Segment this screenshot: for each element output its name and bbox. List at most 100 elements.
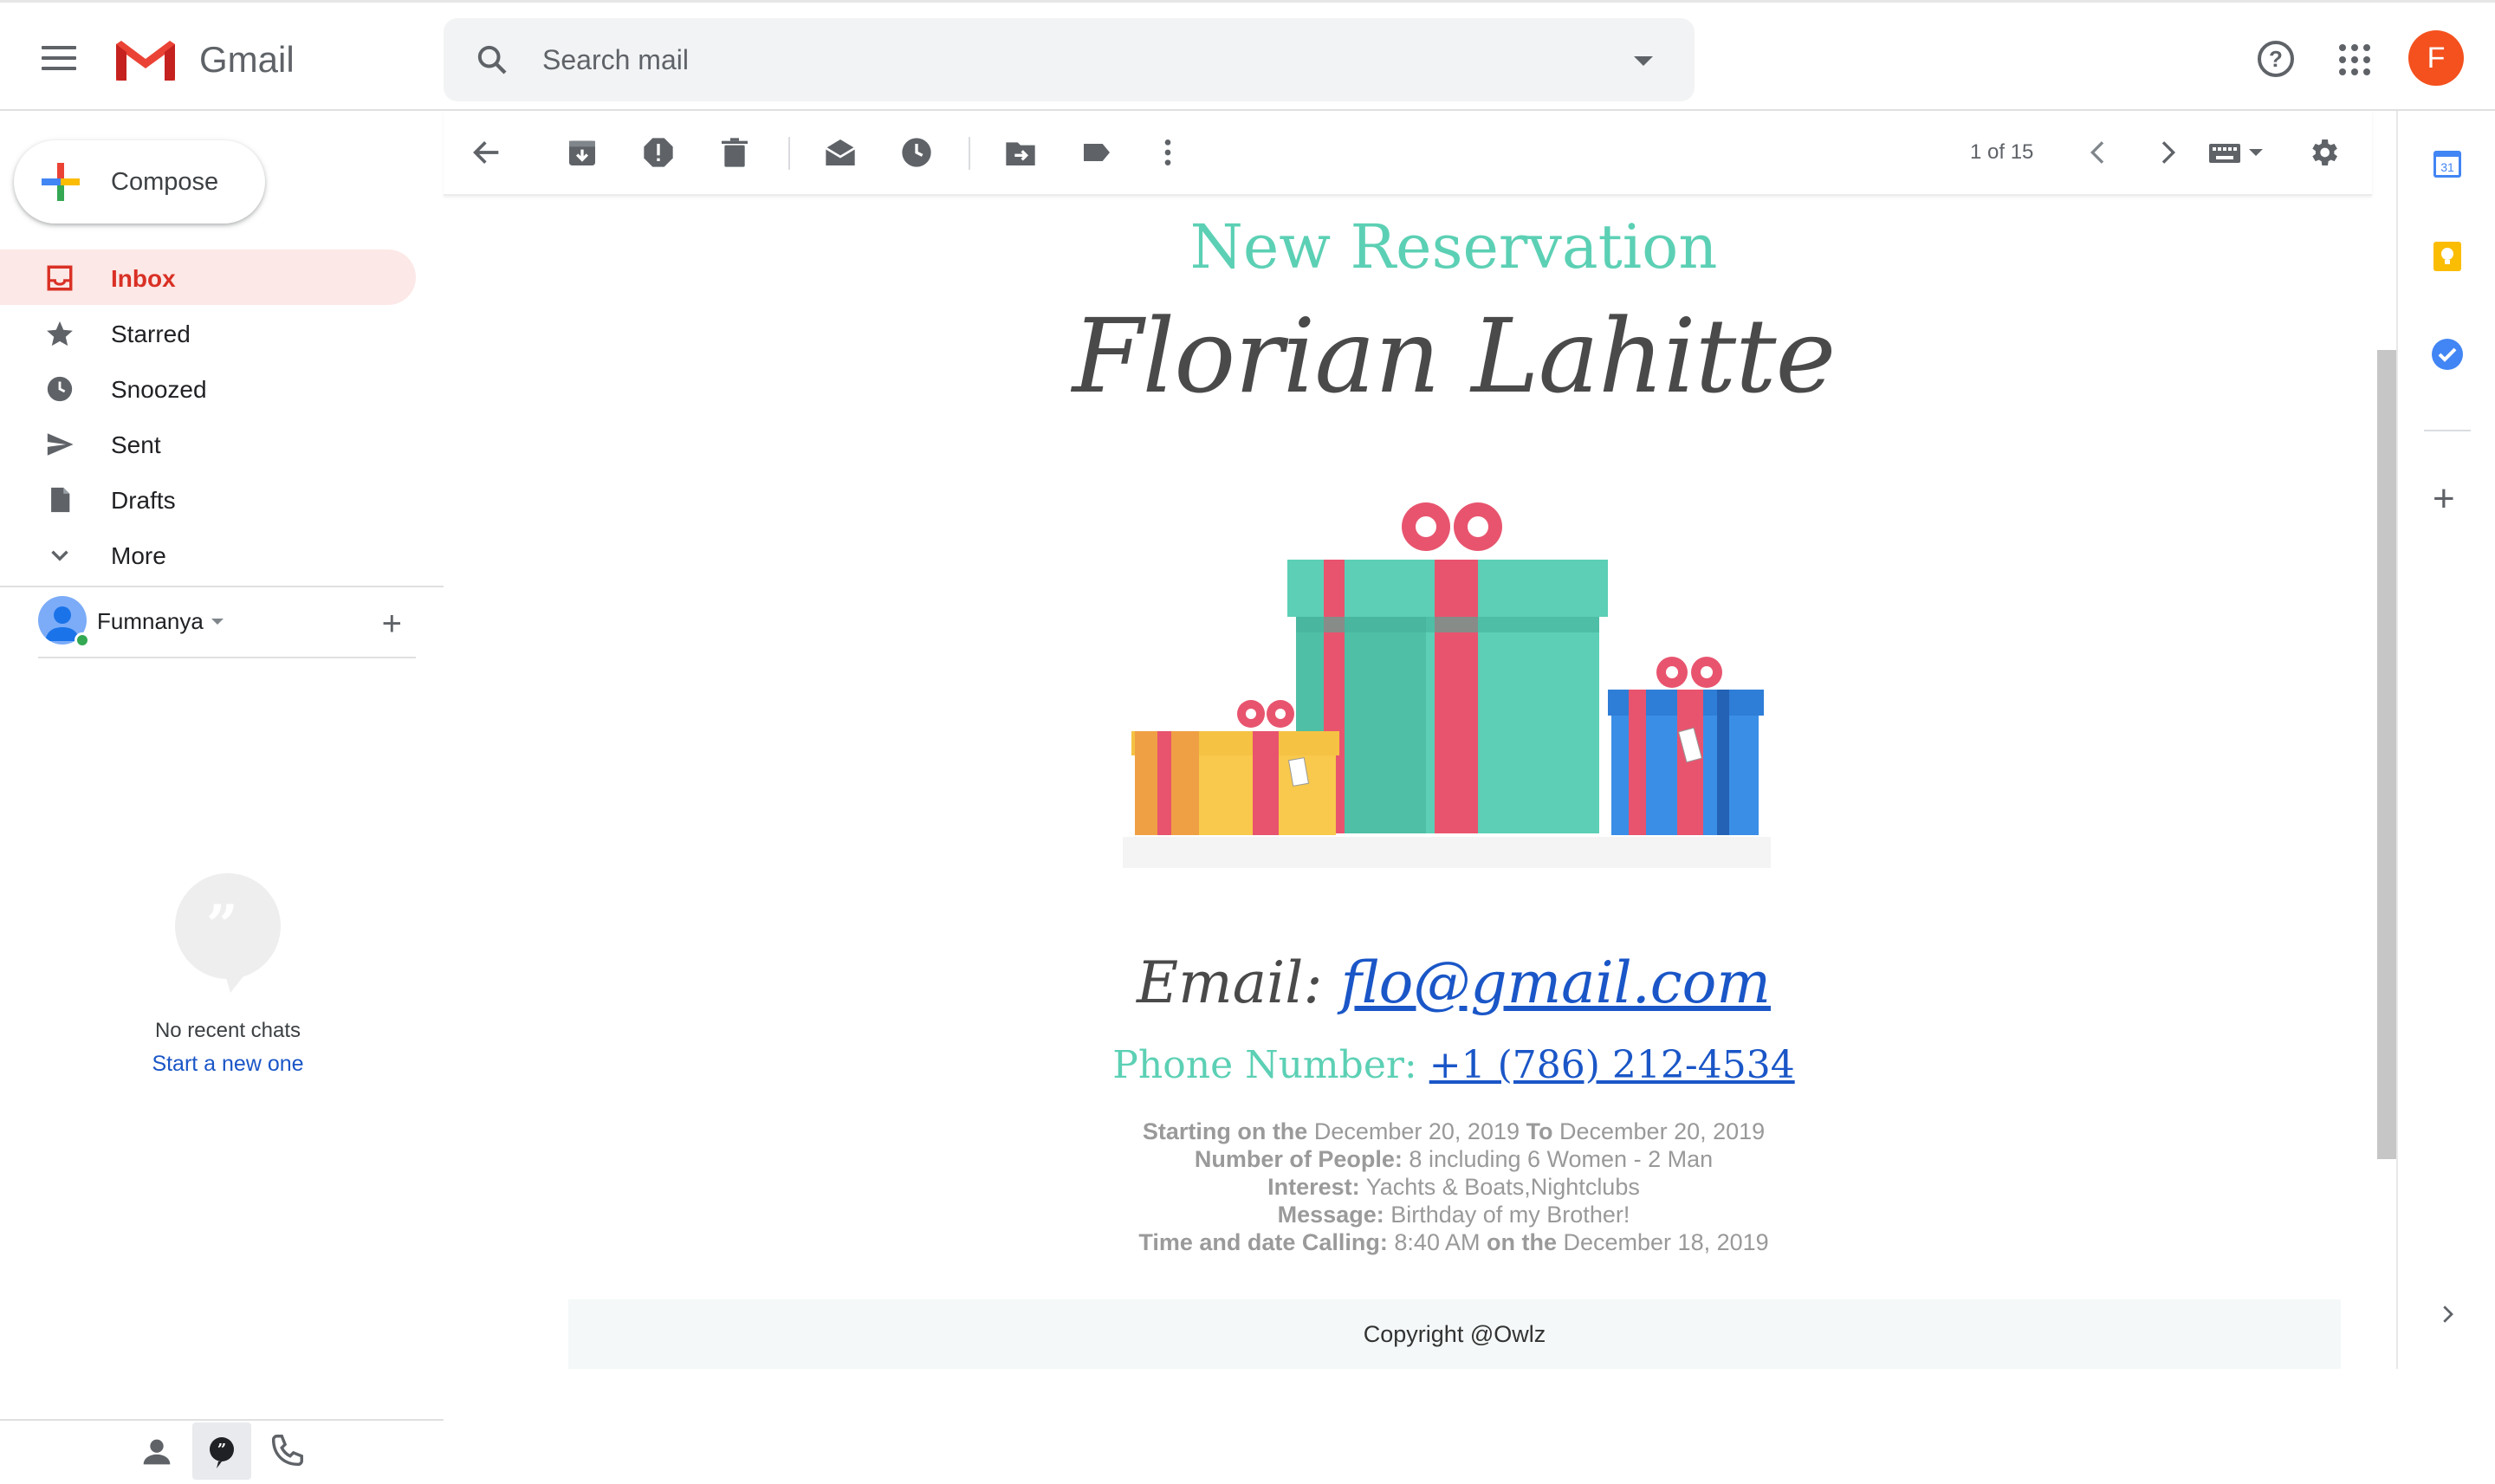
newer-chevron-left-icon[interactable] (2081, 135, 2116, 170)
input-tools-button[interactable] (2207, 135, 2270, 170)
expand-panel-chevron-icon[interactable] (2434, 1301, 2460, 1327)
add-chat-icon[interactable]: + (382, 605, 402, 644)
guest-email-link[interactable]: flo@gmail.com (1341, 949, 1771, 1016)
message-label: Message: (1277, 1202, 1384, 1228)
email-body: New Reservation Florian Lahitte Email: f… (568, 204, 2341, 1369)
online-status-icon (75, 632, 90, 648)
more-options-icon[interactable] (1150, 135, 1185, 170)
keep-icon[interactable] (2433, 241, 2462, 272)
phone-icon[interactable] (267, 1431, 307, 1471)
sidebar-item-label: Sent (111, 431, 161, 458)
search-input[interactable]: Search mail (542, 44, 689, 76)
sidebar-item-more[interactable]: More (0, 527, 416, 582)
phone-line: Phone Number: +1 (786) 212-4534 (568, 1043, 2339, 1087)
reservation-details: Starting on the December 20, 2019 To Dec… (568, 1118, 2339, 1256)
sidebar-item-label: Starred (111, 321, 191, 347)
search-bar[interactable]: Search mail (444, 18, 1695, 101)
help-icon[interactable]: ? (2258, 41, 2294, 77)
conversations-tab[interactable]: ” (192, 1422, 251, 1480)
calling-row: Time and date Calling: 8:40 AM on the De… (568, 1228, 2339, 1256)
caret-down-icon[interactable] (211, 619, 224, 625)
account-avatar[interactable]: F (2408, 30, 2464, 86)
divider (0, 586, 444, 587)
gmail-logo-icon[interactable] (113, 37, 178, 82)
account-name: Fumnanya (97, 608, 204, 634)
report-spam-icon[interactable] (641, 135, 676, 170)
email-footer: Copyright @Owlz (568, 1299, 2341, 1369)
sidebar-item-sent[interactable]: Sent (0, 416, 416, 471)
guest-name: Florian Lahitte (1072, 296, 1837, 416)
move-to-icon[interactable] (1003, 135, 1038, 170)
older-chevron-right-icon[interactable] (2150, 135, 2185, 170)
guest-phone-link[interactable]: +1 (786) 212-4534 (1429, 1043, 1795, 1087)
no-chats-text: No recent chats (154, 1019, 301, 1042)
hangouts-bottom-bar: ” (0, 1419, 444, 1480)
email-line: Email: flo@gmail.com (568, 949, 2339, 1016)
back-arrow-icon[interactable] (470, 135, 504, 170)
calling-time: 8:40 AM (1394, 1229, 1481, 1255)
label-icon[interactable] (1079, 135, 1114, 170)
end-date: December 20, 2019 (1559, 1118, 1766, 1144)
compose-button[interactable]: Compose (14, 140, 265, 224)
settings-gear-icon[interactable] (2306, 135, 2341, 170)
sidebar-item-snoozed[interactable]: Snoozed (0, 360, 416, 416)
on-the-label: on the (1486, 1229, 1557, 1255)
email-label: Email: (1137, 949, 1323, 1016)
hangouts-panel: ” No recent chats Start a new one (0, 873, 456, 1077)
top-bar: Gmail Search mail ? F (0, 0, 2495, 111)
start-new-chat-link[interactable]: Start a new one (0, 1052, 456, 1077)
email-title: New Reservation (1189, 211, 1718, 282)
people-label: Number of People: (1194, 1146, 1403, 1172)
contacts-icon[interactable] (137, 1431, 177, 1471)
calendar-icon[interactable]: 31 (2433, 147, 2462, 178)
app-name: Gmail (199, 39, 295, 80)
starting-label: Starting on the (1142, 1118, 1308, 1144)
search-options-icon[interactable] (1634, 56, 1653, 66)
sidebar-item-label: Inbox (111, 265, 176, 292)
message-toolbar: 1 of 15 (444, 111, 2372, 196)
divider (788, 137, 790, 170)
hangouts-bubble-icon: ” (175, 873, 281, 993)
snooze-icon[interactable] (899, 135, 934, 170)
chevron-down-icon (51, 550, 68, 561)
search-icon[interactable] (475, 42, 509, 77)
svg-text:31: 31 (2440, 160, 2454, 174)
dates-row: Starting on the December 20, 2019 To Dec… (568, 1118, 2339, 1145)
tasks-icon[interactable] (2431, 338, 2464, 371)
send-icon (47, 433, 74, 456)
sidebar-item-label: Drafts (111, 487, 176, 514)
start-date: December 20, 2019 (1313, 1118, 1520, 1144)
people-value: 8 including 6 Women - 2 Man (1409, 1146, 1714, 1172)
pagination-count: 1 of 15 (1970, 140, 2034, 164)
clock-icon (47, 376, 73, 402)
hangouts-account[interactable]: Fumnanya + (38, 596, 416, 658)
sidebar-item-label: Snoozed (111, 376, 207, 403)
message-row: Message: Birthday of my Brother! (568, 1201, 2339, 1228)
star-icon (47, 321, 73, 347)
sidebar-item-inbox[interactable]: Inbox (0, 249, 416, 305)
delete-icon[interactable] (717, 135, 752, 170)
divider (2424, 430, 2471, 431)
get-addons-plus-icon[interactable]: + (2433, 480, 2455, 518)
people-row: Number of People: 8 including 6 Women - … (568, 1145, 2339, 1173)
apps-grid-icon[interactable] (2339, 44, 2370, 75)
mark-unread-icon[interactable] (823, 135, 858, 170)
side-panel: 31 + (2396, 111, 2495, 1369)
sidebar-item-starred[interactable]: Starred (0, 305, 416, 360)
compose-label: Compose (111, 168, 219, 196)
divider (969, 137, 970, 170)
sidebar-item-drafts[interactable]: Drafts (0, 471, 416, 527)
to-label: To (1526, 1118, 1553, 1144)
nav-list: Inbox Starred Snoozed Sent Drafts More (0, 249, 416, 582)
compose-plus-icon (42, 163, 80, 201)
main-menu-icon[interactable] (42, 46, 76, 70)
calling-label: Time and date Calling: (1138, 1229, 1388, 1255)
inbox-icon (47, 265, 73, 291)
interest-row: Interest: Yachts & Boats,Nightclubs (568, 1173, 2339, 1201)
interest-value: Yachts & Boats,Nightclubs (1365, 1174, 1640, 1200)
gift-boxes-illustration (1123, 502, 1771, 868)
scrollbar-thumb[interactable] (2377, 350, 2396, 1159)
hangouts-icon: ” (210, 1437, 234, 1468)
sidebar-item-label: More (111, 542, 166, 569)
archive-icon[interactable] (565, 135, 599, 170)
